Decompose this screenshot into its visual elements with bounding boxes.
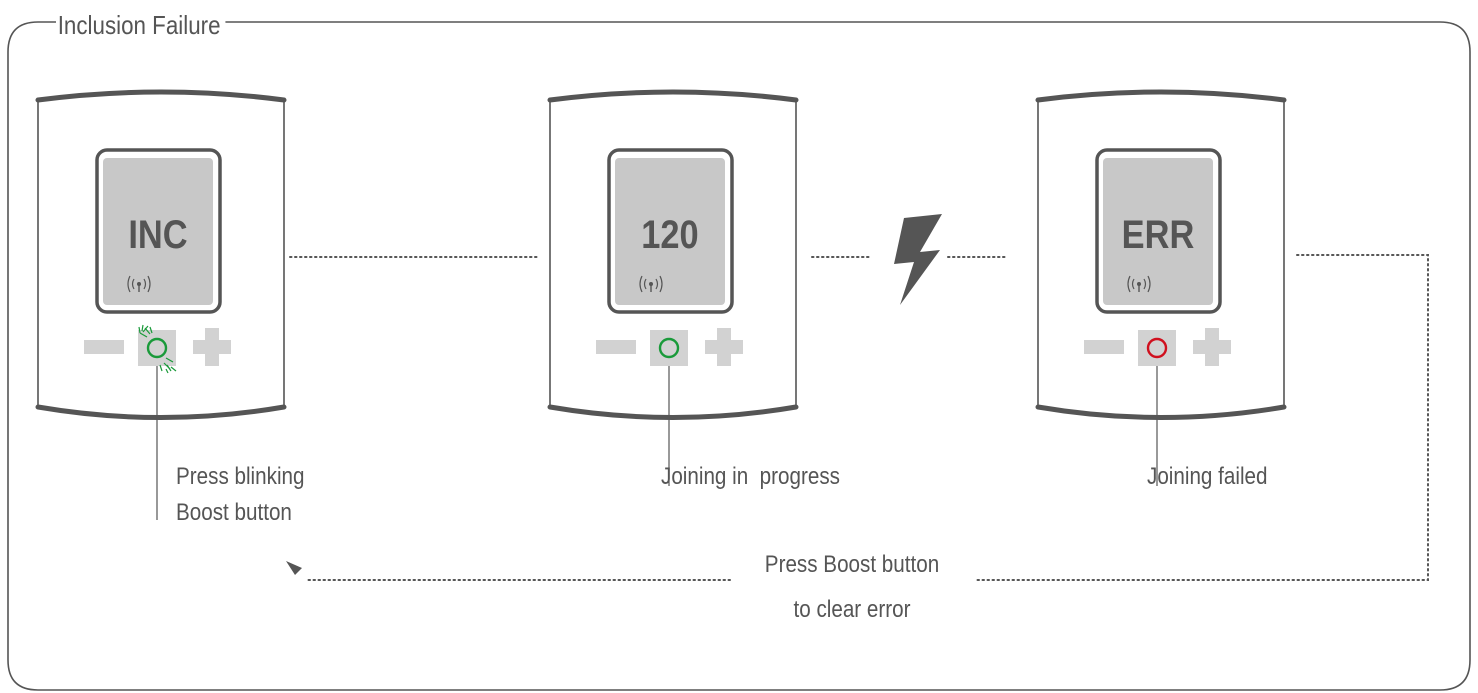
thermostat-device-2: 120	[547, 89, 799, 486]
caption-device-1-line-2: Boost button	[176, 499, 292, 526]
boost-button-icon	[138, 324, 177, 374]
diagram-canvas: INC 120 ERR	[7, 21, 1471, 691]
caption-device-1-line-1: Press blinking	[176, 463, 305, 490]
minus-icon	[84, 340, 124, 354]
minus-icon	[596, 340, 636, 354]
display-value: ERR	[1122, 212, 1195, 257]
devices-layer: INC 120 ERR	[35, 89, 1287, 520]
inclusion-failure-diagram: INC 120 ERR Inclusion Failure Press blinki…	[0, 0, 1478, 693]
diagram-title: Inclusion Failure	[56, 9, 226, 41]
display-value: INC	[128, 212, 187, 257]
thermostat-device-3: ERR	[1035, 89, 1287, 486]
return-instruction-line-2: to clear error	[793, 596, 911, 623]
arrowhead-icon	[286, 561, 302, 575]
display-value: 120	[641, 212, 698, 257]
minus-icon	[1084, 340, 1124, 354]
caption-device-3: Joining failed	[1147, 463, 1268, 490]
lightning-bolt-icon	[894, 214, 942, 305]
boost-button-icon	[650, 330, 688, 366]
return-instruction-line-1: Press Boost button	[764, 551, 940, 578]
thermostat-device-1: INC	[35, 89, 287, 520]
boost-button-icon	[1138, 330, 1176, 366]
caption-device-2: Joining in progress	[661, 463, 840, 490]
